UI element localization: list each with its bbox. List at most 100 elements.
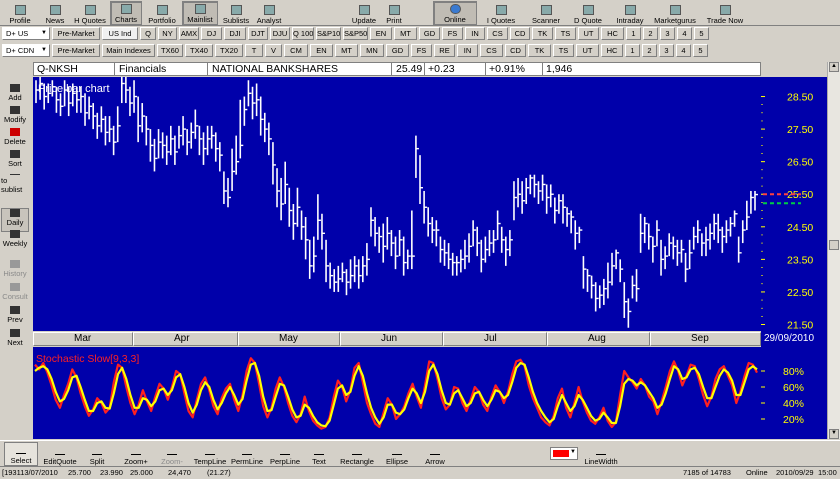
tab-fs[interactable]: FS: [442, 27, 463, 40]
editquote-tool-button[interactable]: EditQuote: [42, 442, 78, 466]
i-quotes-button[interactable]: I Quotes: [480, 1, 522, 25]
tab-5[interactable]: 5: [693, 44, 708, 57]
tab-1[interactable]: 1: [626, 27, 641, 40]
news-button[interactable]: News: [40, 1, 70, 25]
tab-pre-market[interactable]: Pre-Market: [52, 44, 100, 57]
tab-dju[interactable]: DJU: [270, 27, 290, 40]
tab-tk[interactable]: TK: [532, 27, 553, 40]
tab-en[interactable]: EN: [370, 27, 392, 40]
to-sublist-button[interactable]: to sublist: [1, 174, 29, 194]
daily-button[interactable]: Daily: [1, 208, 29, 232]
tab-in[interactable]: IN: [465, 27, 485, 40]
tab-tx40[interactable]: TX40: [185, 44, 213, 57]
tab-tx60[interactable]: TX60: [157, 44, 183, 57]
tab-pre-market[interactable]: Pre-Market: [52, 27, 100, 40]
scroll-down-icon[interactable]: ▼: [829, 429, 839, 439]
tab-fs[interactable]: FS: [411, 44, 432, 57]
tab-s-p100[interactable]: S&P100: [316, 27, 341, 40]
marketgurus-button[interactable]: Marketgurus: [651, 1, 699, 25]
zoom-tool-button[interactable]: Zoom+: [120, 442, 152, 466]
tab-ts[interactable]: TS: [553, 44, 574, 57]
tabs1-market-dropdown[interactable]: D+ US ▼: [2, 27, 50, 40]
tab-ts[interactable]: TS: [555, 27, 576, 40]
tab-cd[interactable]: CD: [505, 44, 526, 57]
price-bar-chart[interactable]: Price bar chart: [33, 77, 761, 331]
tab-djt[interactable]: DJT: [248, 27, 268, 40]
tab-dji[interactable]: DJI: [224, 27, 246, 40]
tab-mt[interactable]: MT: [394, 27, 417, 40]
tab-ut[interactable]: UT: [576, 44, 599, 57]
sublists-button[interactable]: Sublists: [220, 1, 252, 25]
tab-2[interactable]: 2: [643, 27, 658, 40]
d-quote-button[interactable]: D Quote: [568, 1, 608, 25]
tab-mt[interactable]: MT: [335, 44, 358, 57]
profile-button[interactable]: Profile: [2, 1, 38, 25]
tab-tk[interactable]: TK: [528, 44, 551, 57]
weekly-button[interactable]: Weekly: [1, 230, 29, 250]
portfolio-button[interactable]: Portfolio: [144, 1, 180, 25]
tabs2-market-dropdown[interactable]: D+ CDN ▼: [2, 44, 50, 57]
online-button[interactable]: Online: [433, 1, 477, 25]
tab-ut[interactable]: UT: [578, 27, 599, 40]
tab-mn[interactable]: MN: [360, 44, 384, 57]
scroll-thumb[interactable]: [829, 240, 839, 250]
add-button[interactable]: Add: [1, 84, 29, 104]
tab-cs[interactable]: CS: [480, 44, 503, 57]
scanner-button[interactable]: Scanner: [527, 1, 565, 25]
tab-re[interactable]: RE: [434, 44, 455, 57]
scroll-up-icon[interactable]: ▲: [829, 62, 839, 72]
linewidth-tool-button[interactable]: LineWidth: [583, 442, 619, 466]
tab-ny[interactable]: NY: [158, 27, 177, 40]
trade-now-button[interactable]: Trade Now: [702, 1, 748, 25]
arrow-tool-button[interactable]: Arrow: [420, 442, 450, 466]
h-quotes-button[interactable]: H Quotes: [72, 1, 108, 25]
charts-button[interactable]: Charts: [110, 1, 142, 25]
tab-in[interactable]: IN: [457, 44, 478, 57]
prev-button[interactable]: Prev: [1, 306, 29, 326]
rectangle-tool-button[interactable]: Rectangle: [338, 442, 376, 466]
ellipse-tool-button[interactable]: Ellipse: [380, 442, 414, 466]
tab-gd[interactable]: GD: [419, 27, 440, 40]
tab-q[interactable]: Q: [140, 27, 156, 40]
tab-gd[interactable]: GD: [386, 44, 409, 57]
delete-button[interactable]: Delete: [1, 128, 29, 148]
tab-amx[interactable]: AMX: [179, 27, 199, 40]
vertical-scrollbar[interactable]: ▲ ▼: [827, 62, 840, 439]
tab-t[interactable]: T: [245, 44, 263, 57]
line-color-picker[interactable]: ▼: [550, 447, 578, 460]
tab-cd[interactable]: CD: [510, 27, 530, 40]
tab-cs[interactable]: CS: [487, 27, 508, 40]
tab-v[interactable]: V: [265, 44, 282, 57]
tab-main-indexes[interactable]: Main Indexes: [102, 44, 155, 57]
update-button[interactable]: Update: [349, 1, 379, 25]
tab-3[interactable]: 3: [659, 44, 674, 57]
history-button[interactable]: History: [1, 260, 29, 280]
modify-button[interactable]: Modify: [1, 106, 29, 126]
permline-tool-button[interactable]: PermLine: [230, 442, 264, 466]
tab-s-p500[interactable]: S&P500: [343, 27, 368, 40]
tab-hc[interactable]: HC: [601, 44, 623, 57]
tab-q-100[interactable]: Q 100: [292, 27, 314, 40]
tab-4[interactable]: 4: [676, 44, 691, 57]
mainlist-button[interactable]: Mainlist: [182, 1, 218, 25]
zoom-tool-button[interactable]: Zoom-: [158, 442, 186, 466]
tab-3[interactable]: 3: [660, 27, 675, 40]
tab-dj[interactable]: DJ: [201, 27, 222, 40]
sort-button[interactable]: Sort: [1, 150, 29, 170]
tab-4[interactable]: 4: [677, 27, 692, 40]
tab-en[interactable]: EN: [310, 44, 333, 57]
tab-1[interactable]: 1: [625, 44, 640, 57]
analyst-button[interactable]: Analyst: [254, 1, 284, 25]
text-tool-button[interactable]: Text: [306, 442, 332, 466]
split-tool-button[interactable]: Split: [84, 442, 110, 466]
intraday-button[interactable]: Intraday: [612, 1, 648, 25]
tab-hc[interactable]: HC: [601, 27, 624, 40]
select-tool-button[interactable]: Select: [4, 442, 38, 466]
tab-2[interactable]: 2: [642, 44, 657, 57]
next-button[interactable]: Next: [1, 329, 29, 349]
tab-5[interactable]: 5: [694, 27, 709, 40]
tab-us-ind[interactable]: US Ind: [102, 27, 138, 40]
print-button[interactable]: Print: [381, 1, 407, 25]
consult-button[interactable]: Consult: [1, 283, 29, 303]
tab-tx20[interactable]: TX20: [215, 44, 243, 57]
